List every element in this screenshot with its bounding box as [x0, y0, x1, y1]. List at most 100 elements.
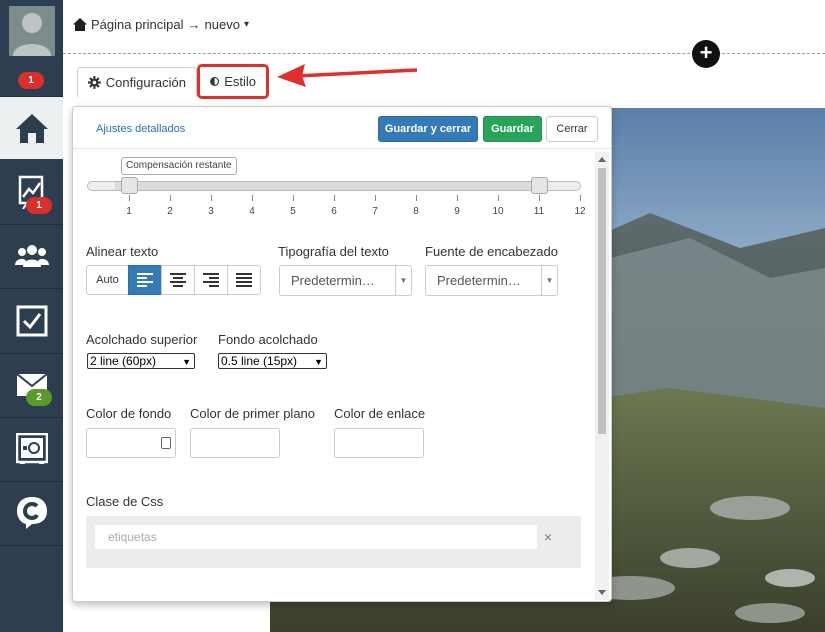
slider-tick-mark: [170, 195, 171, 201]
padding-bottom-value: 0.5 line (15px): [221, 354, 298, 368]
slider-tick-mark: [457, 195, 458, 201]
notification-badge[interactable]: 1: [18, 72, 44, 89]
slider-tick-label: 10: [492, 206, 504, 217]
heading-font-value: Predetermin…: [437, 273, 521, 288]
breadcrumb-current[interactable]: nuevo: [205, 17, 240, 32]
home-icon: [15, 114, 48, 143]
user-avatar[interactable]: [0, 0, 63, 62]
padding-bottom-select[interactable]: 0.5 line (15px) ▼: [218, 353, 327, 369]
align-right-icon: [203, 273, 219, 287]
slider-tick-label: 1: [126, 206, 132, 217]
slider-tick-label: 2: [167, 206, 173, 217]
slider-tick-mark: [129, 195, 130, 201]
gear-icon: [88, 76, 101, 89]
slider-tick-label: 5: [290, 206, 296, 217]
offset-slider-range: [115, 181, 539, 191]
text-font-value: Predetermin…: [291, 273, 375, 288]
breadcrumb-separator: →: [187, 17, 201, 32]
align-justify-button[interactable]: [227, 265, 261, 295]
slider-tick-mark: [334, 195, 335, 201]
checkbox-icon: [16, 305, 47, 336]
slider-tick-label: 8: [413, 206, 419, 217]
sidebar-item-app[interactable]: [0, 482, 63, 544]
foreground-color-label: Color de primer plano: [190, 406, 316, 421]
tab-configuration-label: Configuración: [105, 75, 186, 90]
sidebar-item-safe[interactable]: [0, 418, 63, 480]
slider-handle-end[interactable]: [531, 177, 548, 194]
slider-tooltip: Compensación restante: [121, 157, 237, 175]
color-picker-icon[interactable]: [161, 437, 171, 449]
padding-top-label: Acolchado superior: [86, 332, 198, 347]
save-and-close-button[interactable]: Guardar y cerrar: [378, 116, 478, 142]
slider-tick-mark: [580, 195, 581, 201]
background-color-input[interactable]: [86, 428, 176, 458]
safe-icon: [15, 433, 48, 464]
chevron-down-icon[interactable]: ▾: [244, 19, 249, 30]
advanced-settings-link[interactable]: Ajustes detallados: [96, 123, 185, 135]
align-center-icon: [170, 273, 186, 287]
slider-tick-label: 3: [208, 206, 214, 217]
breadcrumb-home-link[interactable]: Página principal: [91, 17, 184, 32]
slider-tick-mark: [293, 195, 294, 201]
align-left-icon: [137, 273, 153, 287]
foreground-color-input[interactable]: [190, 428, 280, 458]
chat-logo-icon: [16, 497, 47, 529]
clear-icon[interactable]: ×: [544, 529, 552, 545]
slider-tick-mark: [211, 195, 212, 201]
text-font-label: Tipografía del texto: [278, 244, 389, 259]
sidebar-item-home[interactable]: [0, 97, 63, 159]
padding-top-value: 2 line (60px): [90, 354, 157, 368]
slider-tick-label: 12: [574, 206, 586, 217]
sidebar-item-mail[interactable]: [0, 354, 63, 416]
tags-input[interactable]: etiquetas: [95, 525, 537, 549]
heading-font-label: Fuente de encabezado: [425, 244, 558, 259]
mail-badge: 2: [26, 389, 52, 406]
padding-top-select[interactable]: 2 line (60px) ▼: [87, 353, 195, 369]
style-settings-panel: Ajustes detallados Guardar y cerrar Guar…: [72, 106, 612, 602]
slider-tick-label: 11: [533, 206, 545, 217]
scroll-up-icon[interactable]: [598, 157, 606, 162]
slider-tick-mark: [416, 195, 417, 201]
slider-tick-label: 7: [372, 206, 378, 217]
sidebar-item-users[interactable]: [0, 225, 63, 287]
panel-scrollbar[interactable]: [595, 152, 609, 600]
align-text-label: Alinear texto: [86, 244, 159, 259]
heading-font-select[interactable]: Predetermin… ▼: [425, 265, 558, 296]
panel-header: Ajustes detallados Guardar y cerrar Guar…: [73, 107, 611, 149]
slider-tick-mark: [498, 195, 499, 201]
background-color-label: Color de fondo: [86, 406, 172, 421]
slider-tick-label: 6: [331, 206, 337, 217]
left-sidebar: 1 1 2: [0, 0, 63, 632]
annotation-arrow-icon: [277, 64, 418, 87]
slider-tick-mark: [375, 195, 376, 201]
save-button[interactable]: Guardar: [483, 116, 542, 142]
text-font-select[interactable]: Predetermin… ▼: [279, 265, 412, 296]
align-center-button[interactable]: [161, 265, 195, 295]
slider-ticks: 1 2 3 4 5 6 7 8 9 10 11 12: [87, 195, 586, 217]
align-right-button[interactable]: [194, 265, 228, 295]
slider-tick-label: 4: [249, 206, 255, 217]
tab-style-label: Estilo: [224, 74, 256, 89]
slider-handle-start[interactable]: [121, 177, 138, 194]
slider-tick-label: 9: [454, 206, 460, 217]
reports-badge: 1: [26, 197, 52, 214]
chevron-down-icon: ▼: [314, 357, 323, 367]
slider-tick-mark: [252, 195, 253, 201]
tab-configuration[interactable]: Configuración: [77, 67, 197, 97]
align-text-group: Auto: [86, 265, 261, 295]
align-justify-icon: [236, 273, 252, 287]
add-section-button[interactable]: +: [692, 40, 720, 68]
scroll-thumb[interactable]: [598, 168, 606, 434]
css-class-tags: etiquetas ×: [86, 516, 581, 568]
sidebar-item-tasks[interactable]: [0, 289, 63, 352]
align-left-button[interactable]: [128, 265, 162, 295]
scroll-down-icon[interactable]: [598, 590, 606, 595]
chevron-down-icon: ▼: [182, 357, 191, 367]
align-auto-button[interactable]: Auto: [86, 265, 129, 295]
link-color-input[interactable]: [334, 428, 424, 458]
slider-tick-mark: [539, 195, 540, 201]
tab-style[interactable]: Estilo: [197, 64, 269, 99]
close-button[interactable]: Cerrar: [546, 116, 598, 142]
contrast-icon: [210, 77, 220, 86]
home-icon: [73, 18, 87, 31]
